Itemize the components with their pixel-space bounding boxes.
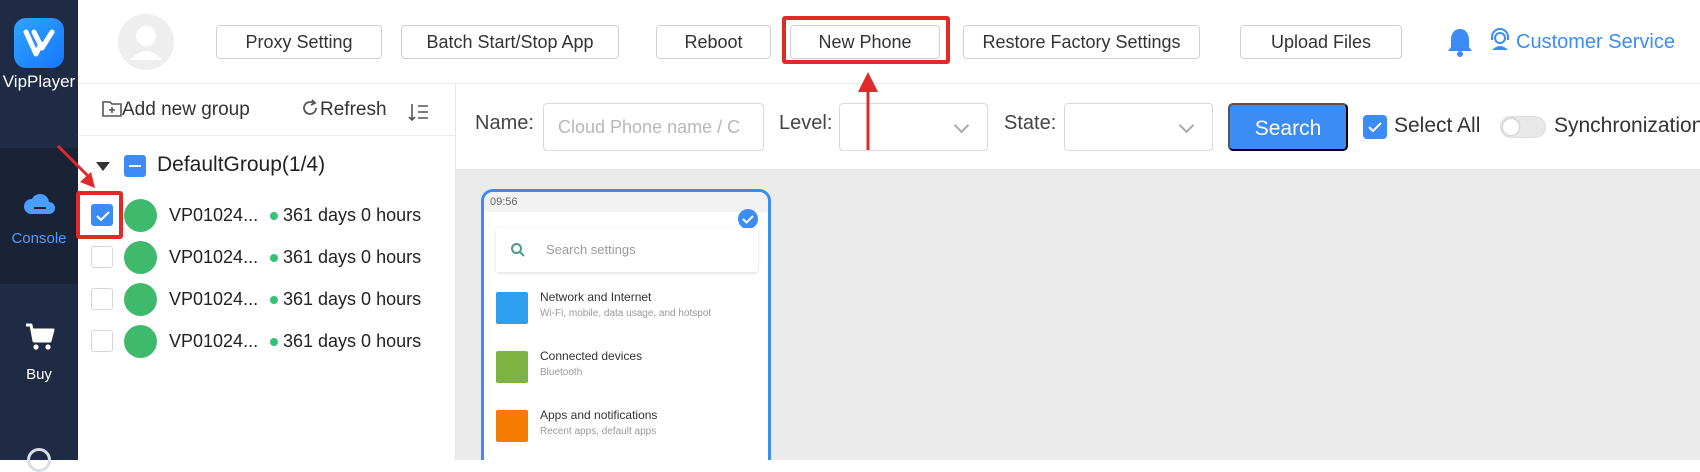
cloud-icon	[23, 194, 55, 214]
device-name: VP01024...	[169, 289, 259, 309]
device-checkbox[interactable]	[91, 288, 113, 310]
device-name: VP01024...	[169, 247, 259, 267]
apps-icon	[496, 410, 528, 442]
selected-check-icon[interactable]	[738, 209, 758, 229]
name-label: Name:	[475, 112, 534, 134]
select-all-checkbox[interactable]	[1363, 115, 1387, 139]
device-row[interactable]: VP01024... 361 days 0 hours	[78, 236, 456, 278]
name-search-input[interactable]: Cloud Phone name / C	[543, 103, 764, 151]
settings-item-title: Apps and notifications	[540, 408, 658, 422]
phone-status-bar: 09:56	[484, 192, 768, 212]
device-checkbox[interactable]	[91, 246, 113, 268]
group-row[interactable]: DefaultGroup(1/4)	[78, 144, 456, 188]
group-label: DefaultGroup(1/4)	[157, 153, 326, 176]
batch-start-stop-app-button[interactable]: Batch Start/Stop App	[401, 25, 619, 59]
device-time: 361 days 0 hours	[283, 247, 422, 267]
device-row[interactable]: VP01024... 361 days 0 hours	[78, 278, 456, 320]
device-row[interactable]: VP01024... 361 days 0 hours	[78, 320, 456, 362]
sort-icon[interactable]	[408, 98, 430, 126]
add-group-label: Add new group	[122, 99, 250, 120]
phone-search-placeholder: Search settings	[546, 242, 636, 257]
chevron-down-icon	[1178, 117, 1195, 134]
sidebar-toolbar: Add new group Refresh	[78, 84, 456, 136]
synchronization-label: Synchronization	[1554, 114, 1700, 137]
restore-factory-settings-button[interactable]: Restore Factory Settings	[963, 25, 1200, 59]
settings-item-network[interactable]: Network and Internet Wi-Fi, mobile, data…	[496, 288, 758, 338]
bell-icon[interactable]	[1445, 26, 1475, 58]
settings-item-subtitle: Bluetooth	[540, 367, 583, 378]
online-status-dot	[270, 338, 278, 346]
brand-name: VipPlayer	[2, 72, 76, 91]
phone-status-time: 09:56	[490, 196, 518, 208]
online-status-dot	[270, 254, 278, 262]
device-checkbox[interactable]	[91, 330, 113, 352]
phone-settings-search[interactable]: Search settings	[496, 228, 758, 272]
device-name: VP01024...	[169, 205, 259, 225]
headset-icon	[1491, 28, 1509, 50]
user-icon[interactable]	[27, 448, 51, 472]
device-row[interactable]: VP01024... 361 days 0 hours	[78, 194, 456, 236]
online-status-dot	[270, 212, 278, 220]
device-time: 361 days 0 hours	[283, 205, 422, 225]
customer-service-link[interactable]: Customer Service	[1488, 26, 1675, 58]
cart-icon	[26, 323, 55, 350]
settings-item-subtitle: Recent apps, default apps	[540, 426, 657, 437]
level-select[interactable]	[839, 103, 988, 151]
cloud-phone-card[interactable]: 09:56 Search settings Network and Intern…	[481, 189, 771, 460]
add-group-button[interactable]: Add new group	[102, 96, 250, 124]
level-label: Level:	[779, 112, 833, 134]
brand[interactable]: VipPlayer	[0, 0, 78, 148]
reboot-button[interactable]: Reboot	[656, 25, 771, 59]
nav-item-label: Buy	[26, 366, 52, 383]
nav-item-buy[interactable]: Buy	[0, 284, 78, 420]
left-nav: VipPlayer Console Buy	[0, 0, 78, 472]
checkbox-highlight	[76, 191, 123, 239]
device-time: 361 days 0 hours	[283, 331, 422, 351]
upload-files-button[interactable]: Upload Files	[1240, 25, 1402, 59]
android-icon	[124, 241, 157, 274]
select-all-label: Select All	[1394, 114, 1481, 137]
refresh-button[interactable]: Refresh	[300, 96, 387, 124]
main-content: Name: Cloud Phone name / C Level: State:…	[456, 84, 1700, 460]
online-status-dot	[270, 296, 278, 304]
state-select[interactable]	[1064, 103, 1213, 151]
group-checkbox[interactable]	[124, 155, 146, 177]
folder-plus-icon	[102, 101, 122, 117]
refresh-icon	[303, 99, 317, 115]
nav-item-console[interactable]: Console	[0, 148, 78, 284]
settings-item-apps[interactable]: Apps and notifications Recent apps, defa…	[496, 406, 758, 456]
filter-bar: Name: Cloud Phone name / C Level: State:…	[456, 84, 1700, 170]
new-phone-highlight	[782, 16, 950, 64]
nav-item-label: Console	[11, 230, 67, 247]
search-icon	[511, 243, 525, 257]
android-icon	[124, 283, 157, 316]
chevron-down-icon	[953, 117, 970, 134]
android-icon	[124, 325, 157, 358]
state-label: State:	[1004, 112, 1057, 134]
search-button[interactable]: Search	[1228, 103, 1348, 151]
settings-item-connected-devices[interactable]: Connected devices Bluetooth	[496, 347, 758, 397]
wifi-icon	[496, 292, 528, 324]
refresh-label: Refresh	[320, 99, 387, 120]
devices-icon	[496, 351, 528, 383]
customer-service-label: Customer Service	[1516, 31, 1675, 53]
top-toolbar: Proxy Setting Batch Start/Stop App Reboo…	[78, 0, 1700, 84]
device-name: VP01024...	[169, 331, 259, 351]
device-time: 361 days 0 hours	[283, 289, 422, 309]
android-icon	[124, 199, 157, 232]
device-sidebar: Add new group Refresh DefaultGroup(1/4) …	[76, 84, 456, 460]
avatar[interactable]	[118, 14, 174, 70]
proxy-setting-button[interactable]: Proxy Setting	[216, 25, 382, 59]
caret-down-icon[interactable]	[96, 162, 110, 171]
settings-item-subtitle: Wi-Fi, mobile, data usage, and hotspot	[540, 308, 712, 319]
synchronization-toggle[interactable]	[1500, 116, 1546, 138]
settings-item-title: Network and Internet	[540, 290, 652, 304]
app-logo-icon	[14, 18, 64, 68]
settings-item-title: Connected devices	[540, 349, 643, 363]
